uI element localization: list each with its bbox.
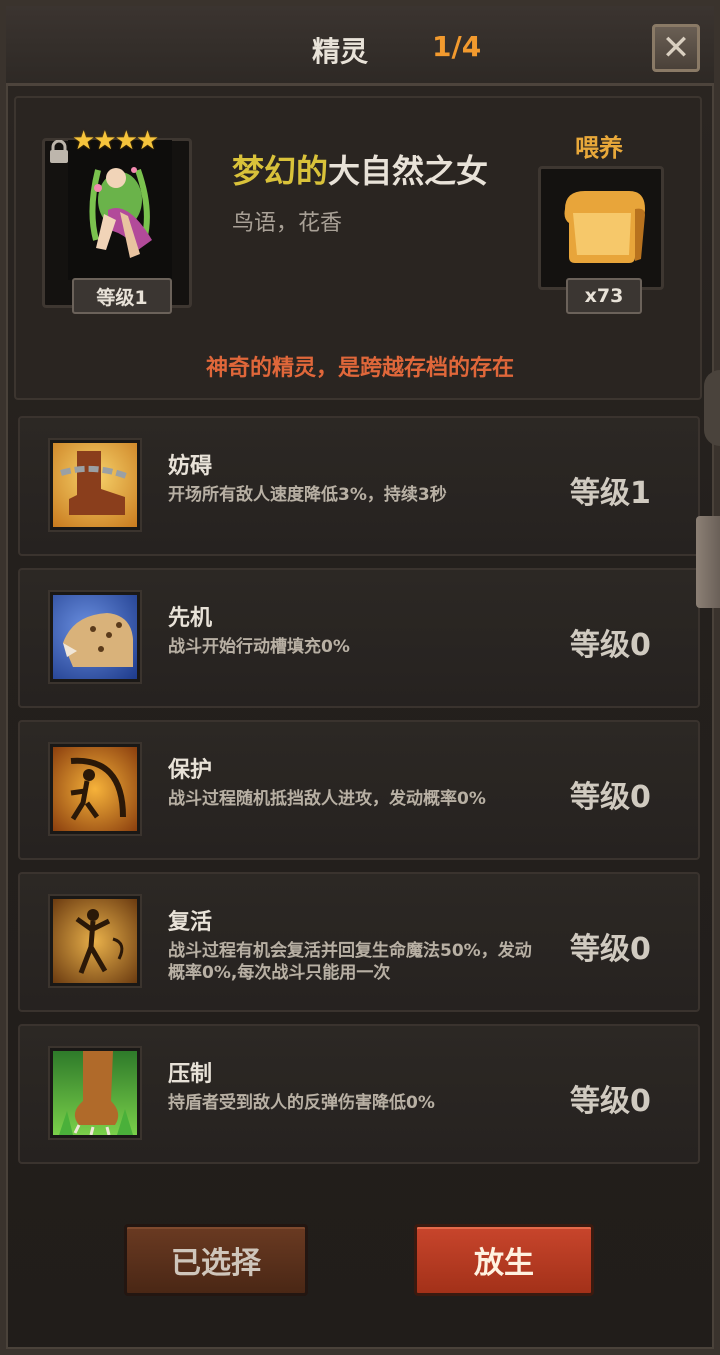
feed-button[interactable] xyxy=(538,166,664,290)
page-counter: 1/4 xyxy=(432,30,482,63)
skill-name: 妨碍 xyxy=(168,454,213,479)
skill-description: 开场所有敌人速度降低3%，持续3秒 xyxy=(168,485,447,505)
skill-name: 压制 xyxy=(168,1062,213,1087)
shield-spirit-icon xyxy=(50,744,140,834)
selected-button[interactable]: 已选择 xyxy=(124,1224,308,1296)
star-rating: ★★★★ xyxy=(72,126,159,156)
skill-row[interactable]: 复活 战斗过程有机会复活并回复生命魔法50%，发动概率0%,每次战斗只能用一次 … xyxy=(18,872,700,1012)
spirit-subtitle: 鸟语，花香 xyxy=(232,211,343,236)
skill-row[interactable]: 妨碍 开场所有敌人速度降低3%，持续3秒 等级1 xyxy=(18,416,700,556)
spirit-portrait xyxy=(68,140,172,280)
chained-boot-icon xyxy=(50,440,140,530)
leopard-icon xyxy=(50,592,140,682)
bread-icon xyxy=(564,191,645,263)
skill-description: 持盾者受到敌人的反弹伤害降低0% xyxy=(168,1093,435,1113)
feed-label: 喂养 xyxy=(575,134,623,162)
skill-level: 等级1 xyxy=(570,476,651,511)
skill-level: 等级0 xyxy=(570,932,651,967)
close-button[interactable]: ✕ xyxy=(652,24,700,72)
skill-name: 保护 xyxy=(168,758,213,783)
spirit-name-noun: 大自然之女 xyxy=(328,152,489,190)
release-button[interactable]: 放生 xyxy=(414,1224,594,1296)
feed-item-count: x73 xyxy=(566,278,642,314)
skill-level: 等级0 xyxy=(570,628,651,663)
spirit-level-badge: 等级1 xyxy=(72,278,172,314)
skill-row[interactable]: 先机 战斗开始行动槽填充0% 等级0 xyxy=(18,568,700,708)
lock-icon[interactable] xyxy=(48,139,70,164)
spirit-tagline: 神奇的精灵，是跨越存档的存在 xyxy=(205,356,514,381)
skill-name: 复活 xyxy=(168,910,213,935)
skill-description: 战斗过程有机会复活并回复生命魔法50%，发动概率0%,每次战斗只能用一次 xyxy=(168,941,532,983)
skill-level: 等级0 xyxy=(570,1084,651,1119)
skill-description: 战斗过程随机抵挡敌人进攻，发动概率0% xyxy=(168,789,486,809)
spirit-name: 梦幻的大自然之女 xyxy=(232,146,488,192)
skill-name: 先机 xyxy=(168,606,213,631)
beast-claw-icon xyxy=(50,1048,140,1138)
side-tab[interactable] xyxy=(696,516,720,608)
spirit-name-adjective: 梦幻的 xyxy=(232,152,329,190)
skill-row[interactable]: 保护 战斗过程随机抵挡敌人进攻，发动概率0% 等级0 xyxy=(18,720,700,860)
skill-level: 等级0 xyxy=(570,780,651,815)
side-tab[interactable] xyxy=(704,370,720,446)
close-icon: ✕ xyxy=(661,28,691,68)
skill-description: 战斗开始行动槽填充0% xyxy=(168,637,350,657)
skill-row[interactable]: 压制 持盾者受到敌人的反弹伤害降低0% 等级0 xyxy=(18,1024,700,1164)
page-title: 精灵 xyxy=(312,35,369,68)
revive-spirit-icon xyxy=(50,896,140,986)
